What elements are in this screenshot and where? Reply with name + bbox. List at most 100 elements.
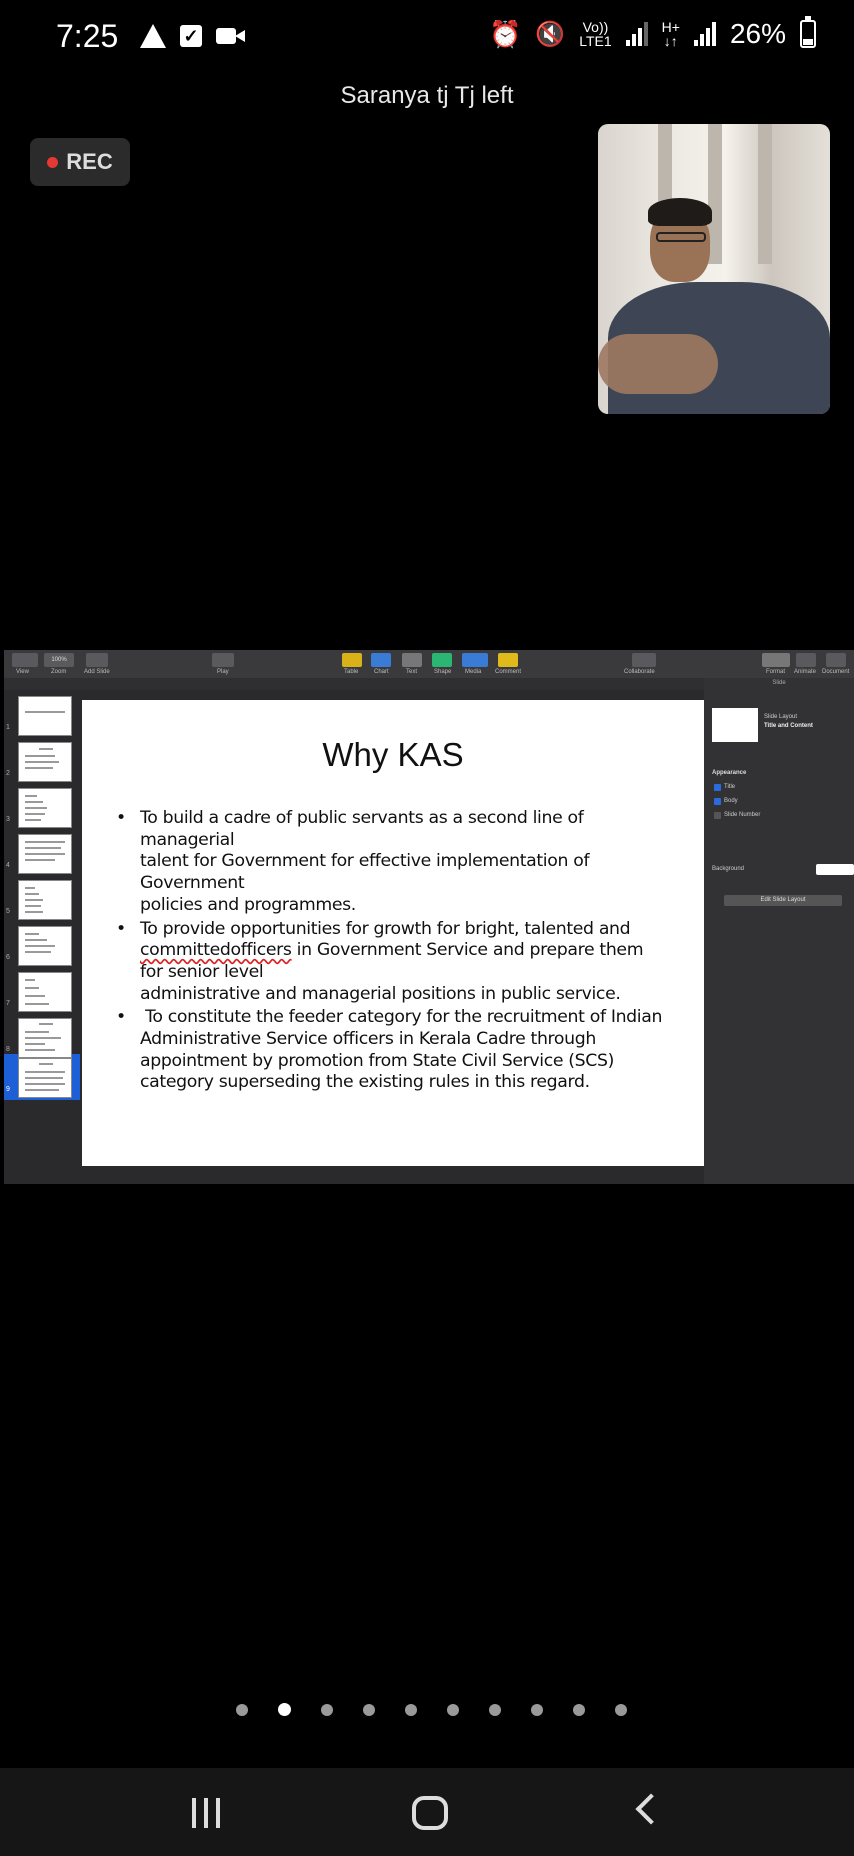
inspector-tab-slide[interactable]: Slide [704,680,854,686]
chart-label: Chart [374,669,389,675]
slide-thumbnail-active[interactable] [18,1058,72,1098]
chart-button[interactable] [371,653,391,667]
back-icon[interactable] [635,1793,667,1825]
page-dot[interactable] [363,1703,375,1716]
participant-hair [648,198,712,226]
shared-screen[interactable]: View 100% Zoom Add Slide Play Table Char… [4,650,854,1184]
notification-icons: ✓ [140,24,246,48]
slide-number: 8 [6,1046,10,1053]
table-label: Table [344,669,359,675]
page-dot[interactable] [531,1703,543,1716]
appearance-heading: Appearance [712,770,747,776]
format-inspector: Slide Slide Layout Title and Content App… [704,678,854,1184]
alarm-icon: ⏰ [488,18,522,49]
body-option-label: Body [724,798,738,804]
view-label: View [16,669,29,675]
document-button[interactable] [826,653,846,667]
slide-number: 2 [6,770,10,777]
table-button[interactable] [342,653,362,667]
background-label: Background [712,866,745,872]
play-label: Play [217,669,229,675]
shape-button[interactable] [432,653,452,667]
animate-button[interactable] [796,653,816,667]
layout-thumbnail[interactable] [712,708,758,742]
android-navigation-bar [0,1768,854,1856]
participant-hand [598,334,718,394]
slide-number-option-label: Slide Number [724,812,761,818]
page-dot[interactable] [321,1703,333,1716]
page-dot[interactable] [573,1703,585,1716]
slide-navigator: 1 2 3 4 5 6 7 8 9 [4,690,80,1184]
home-icon[interactable] [412,1796,448,1830]
format-label: Format [766,669,786,675]
zoom-select[interactable]: 100% [44,653,74,667]
slide-thumbnail[interactable] [18,1018,72,1058]
comment-button[interactable] [498,653,518,667]
format-button[interactable] [762,653,790,667]
add-slide-label: Add Slide [84,669,110,675]
add-slide-button[interactable] [86,653,108,667]
spellcheck-underline: committedofficers [140,940,292,961]
slide-number: 9 [6,1086,10,1093]
volte-indicator: Vo)) LTE1 [579,19,612,49]
slide-thumbnail[interactable] [18,880,72,920]
slide-layout-label: Slide Layout [764,714,798,720]
slide-number: 7 [6,1000,10,1007]
slide-body[interactable]: To build a cadre of public servants as a… [112,808,684,1096]
animate-label: Animate [794,669,817,675]
slide-title[interactable]: Why KAS [82,736,704,774]
page-dot[interactable] [405,1703,417,1716]
signal-strength-2-icon [693,22,716,46]
bullet-point: To constitute the feeder category for th… [112,1007,684,1094]
media-button[interactable] [462,653,488,667]
slide-number: 4 [6,862,10,869]
title-option-label: Title [724,784,736,790]
comment-label: Comment [495,669,522,675]
text-label: Text [406,669,418,675]
collaborate-button[interactable] [632,653,656,667]
participant-left-notification: Saranya tj Tj left [340,82,514,109]
participant-video-tile[interactable] [598,124,830,414]
recents-icon[interactable] [192,1798,220,1828]
warning-icon [140,24,166,48]
slide-number: 1 [6,724,10,731]
vibrate-mute-icon: 🔇 [535,20,566,48]
zoom-label: Zoom [51,669,67,675]
page-dot-active[interactable] [278,1703,291,1716]
page-dot[interactable] [236,1703,248,1716]
rec-label: REC [66,149,113,174]
title-checkbox[interactable] [714,784,721,791]
slide-thumbnail[interactable] [18,926,72,966]
document-label: Document [822,669,850,675]
record-dot-icon [47,156,59,168]
background-color-well[interactable] [816,864,854,875]
text-button[interactable] [402,653,422,667]
page-dot[interactable] [489,1703,501,1716]
play-button[interactable] [212,653,234,667]
collaborate-label: Collaborate [624,669,655,675]
slide-canvas[interactable]: Why KAS To build a cadre of public serva… [82,700,704,1166]
system-icons: ⏰ 🔇 Vo)) LTE1 H+ ↓↑ 26% [488,16,816,50]
recording-badge[interactable]: REC [30,138,130,186]
participant-glasses [656,232,706,242]
checkbox-notification-icon: ✓ [180,25,202,47]
shape-label: Shape [434,669,452,675]
page-dot[interactable] [615,1703,627,1716]
slide-number-checkbox[interactable] [714,812,721,819]
slide-thumbnail[interactable] [18,696,72,736]
battery-icon [800,16,816,48]
page-dot[interactable] [447,1703,459,1716]
slide-thumbnail[interactable] [18,834,72,874]
clock: 7:25 [56,18,119,54]
slide-thumbnail[interactable] [18,788,72,828]
slide-thumbnail[interactable] [18,742,72,782]
view-button[interactable] [12,653,38,667]
slide-thumbnail[interactable] [18,972,72,1012]
slide-number: 6 [6,954,10,961]
media-label: Media [465,669,482,675]
bullet-point: To build a cadre of public servants as a… [112,808,684,917]
page-indicator [236,1703,627,1716]
edit-slide-layout-button[interactable]: Edit Slide Layout [724,895,842,906]
slide-layout-select[interactable]: Title and Content [764,723,813,729]
body-checkbox[interactable] [714,798,721,805]
